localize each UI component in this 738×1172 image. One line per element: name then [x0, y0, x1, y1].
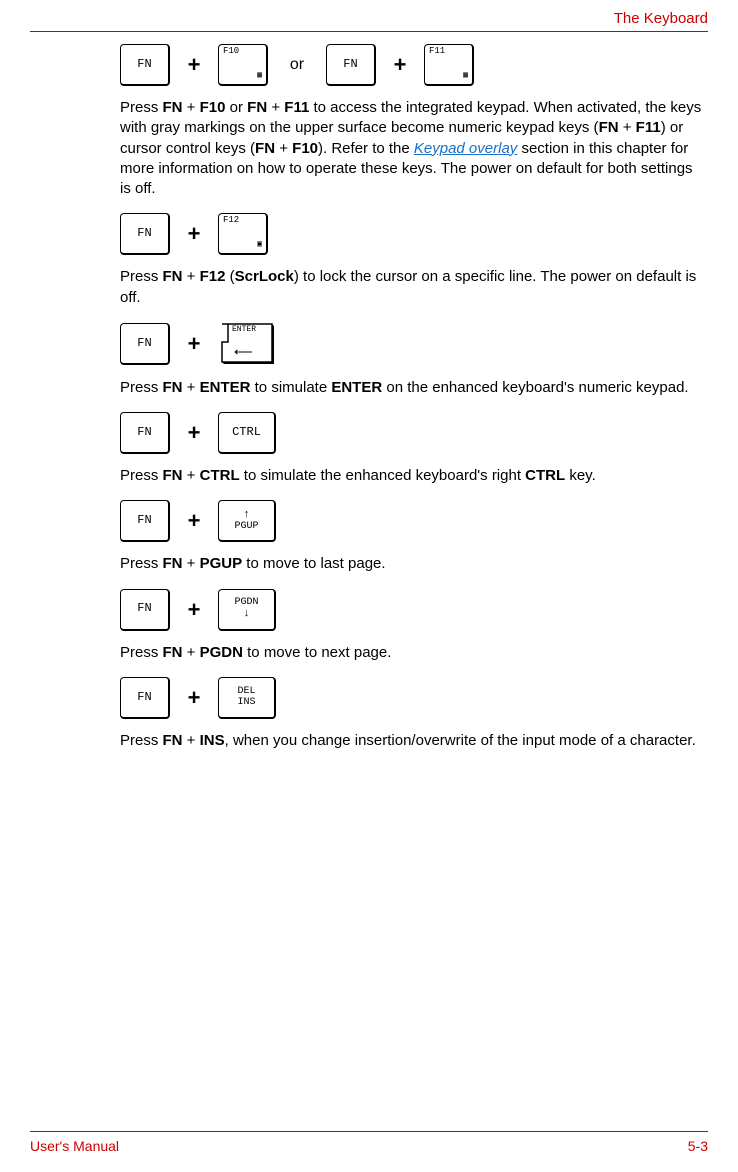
keyrow-ins: FN + DEL INS: [120, 677, 706, 719]
f11-key: F11 ▦: [424, 44, 474, 86]
fn-key: FN: [120, 412, 170, 454]
keyrow-f12: FN + F12 ▣: [120, 213, 706, 255]
para-f12: Press FN + F12 (ScrLock) to lock the cur…: [120, 267, 706, 308]
keyrow-enter: FN + ENTER ⟵: [120, 322, 706, 366]
pgup-key: ↑ PGUP: [218, 500, 276, 542]
fn-key: FN: [120, 500, 170, 542]
para-pgup: Press FN + PGUP to move to last page.: [120, 554, 706, 574]
enter-key: ENTER ⟵: [218, 322, 276, 366]
plus-icon: +: [184, 420, 204, 446]
keyrow-f10-f11: FN + F10 ▦ or FN + F11 ▦: [120, 44, 706, 86]
fn-key: FN: [120, 323, 170, 365]
overlay-icon: ▦: [257, 72, 262, 81]
para-f10-f11: Press FN + F10 or FN + F11 to access the…: [120, 98, 706, 199]
fn-key: FN: [120, 677, 170, 719]
f12-key: F12 ▣: [218, 213, 268, 255]
ctrl-key: CTRL: [218, 412, 276, 454]
content: FN + F10 ▦ or FN + F11 ▦ Press FN + F10 …: [120, 44, 706, 751]
fn-key: FN: [120, 589, 170, 631]
enter-arrow-icon: ⟵: [234, 344, 253, 360]
plus-icon: +: [390, 52, 410, 78]
scrlock-icon: ▣: [257, 241, 262, 250]
header-title: The Keyboard: [614, 10, 708, 27]
plus-icon: +: [184, 508, 204, 534]
plus-icon: +: [184, 685, 204, 711]
plus-icon: +: [184, 221, 204, 247]
para-pgdn: Press FN + PGDN to move to next page.: [120, 643, 706, 663]
para-ins: Press FN + INS, when you change insertio…: [120, 731, 706, 751]
up-arrow-icon: ↑: [243, 509, 250, 521]
keyrow-ctrl: FN + CTRL: [120, 412, 706, 454]
or-label: or: [282, 56, 312, 74]
keyrow-pgup: FN + ↑ PGUP: [120, 500, 706, 542]
fn-key: FN: [120, 44, 170, 86]
footer-left: User's Manual: [30, 1138, 119, 1154]
keyrow-pgdn: FN + PGDN ↓: [120, 589, 706, 631]
para-ctrl: Press FN + CTRL to simulate the enhanced…: [120, 466, 706, 486]
plus-icon: +: [184, 52, 204, 78]
fn-key: FN: [326, 44, 376, 86]
footer-right: 5-3: [688, 1138, 708, 1154]
down-arrow-icon: ↓: [243, 608, 250, 620]
plus-icon: +: [184, 331, 204, 357]
f10-key: F10 ▦: [218, 44, 268, 86]
overlay-icon: ▦: [463, 72, 468, 81]
page-footer: User's Manual 5-3: [30, 1131, 708, 1154]
para-enter: Press FN + ENTER to simulate ENTER on th…: [120, 378, 706, 398]
plus-icon: +: [184, 597, 204, 623]
pgdn-key: PGDN ↓: [218, 589, 276, 631]
page: The Keyboard FN + F10 ▦ or FN + F11 ▦ Pr…: [0, 0, 738, 1172]
fn-key: FN: [120, 213, 170, 255]
page-header: The Keyboard: [30, 10, 708, 32]
del-ins-key: DEL INS: [218, 677, 276, 719]
keypad-overlay-link[interactable]: Keypad overlay: [414, 140, 517, 157]
